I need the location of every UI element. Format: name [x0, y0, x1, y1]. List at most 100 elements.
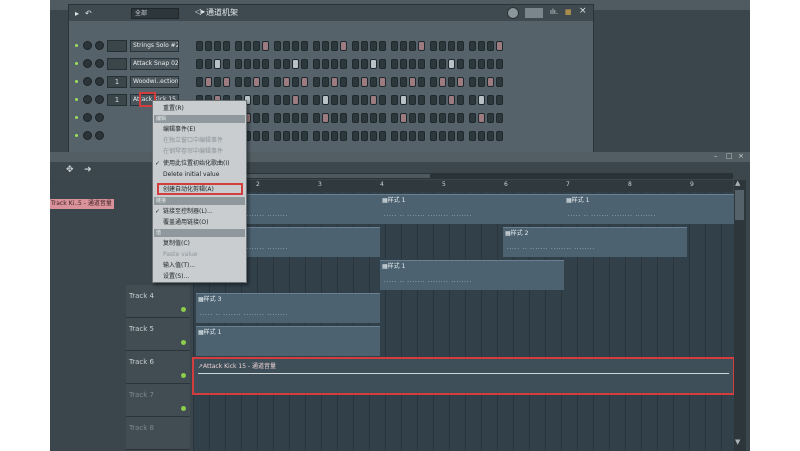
- clip-label: ▦样式 2: [505, 230, 529, 237]
- menu-item-paste-value[interactable]: Paste value: [153, 249, 246, 260]
- menu-item-copy-value[interactable]: 复制值(C): [153, 238, 246, 249]
- menu-item-overwrite-link[interactable]: 覆盖通用链接(O): [153, 217, 246, 228]
- clip-notes: ..... .. ....... ........ ........: [384, 212, 473, 218]
- close-icon[interactable]: ×: [579, 6, 587, 16]
- volume-knob[interactable]: [95, 95, 104, 104]
- channel-rack-titlebar[interactable]: ▸ ↶ 全部 ◁▸ 通道机架 ılı. ▦ ×: [69, 5, 593, 21]
- menu-item-edit-events-window[interactable]: 在独立窗口中编辑事件: [153, 135, 246, 146]
- volume-knob[interactable]: [95, 77, 104, 86]
- graph-view-icon[interactable]: ılı.: [550, 8, 558, 16]
- channel-name-button[interactable]: Strings Solo #2: [130, 40, 179, 52]
- pattern-clip[interactable]: ▦样式 2 ..... .. ....... ........ ........: [503, 227, 687, 257]
- menu-item-edit-events[interactable]: 编辑事件(E): [153, 124, 246, 135]
- track-name: Track 4: [129, 292, 154, 300]
- menu-item-init-song-position[interactable]: 使用此位置初始化歌曲(I): [153, 158, 246, 169]
- scroll-up-icon[interactable]: ▲: [735, 179, 740, 187]
- menu-item-link-controller[interactable]: 链接至控制器(L)...: [153, 206, 246, 217]
- channel-rack: ▸ ↶ 全部 ◁▸ 通道机架 ılı. ▦ × Strings Solo #2: [68, 4, 594, 154]
- arrow-tool-icon[interactable]: ➜: [84, 165, 92, 175]
- track-header[interactable]: Track 4: [126, 285, 190, 318]
- menu-section-value: 值: [154, 229, 245, 237]
- channel-led[interactable]: [75, 62, 78, 65]
- mixer-track-number[interactable]: 1: [107, 76, 127, 88]
- pan-knob[interactable]: [83, 95, 92, 104]
- undo-icon[interactable]: ↶: [85, 9, 92, 18]
- vertical-scrollbar[interactable]: ▲ ▼: [734, 179, 746, 451]
- grid-view-icon[interactable]: ▦: [565, 8, 572, 16]
- track-led[interactable]: [181, 373, 186, 378]
- pattern-clip[interactable]: ▦样式 3 ..... .. ....... ........ ........: [196, 293, 380, 323]
- volume-knob[interactable]: [95, 59, 104, 68]
- bar-number: 5: [442, 181, 446, 188]
- channel-rack-icon: ◁▸: [195, 7, 206, 16]
- track-led[interactable]: [181, 340, 186, 345]
- channel-name-button[interactable]: Woodwi..ection: [130, 76, 179, 88]
- channel-led[interactable]: [75, 98, 78, 101]
- menu-section-link: 链接: [154, 197, 245, 205]
- track-header[interactable]: Track 8: [126, 417, 190, 450]
- track-header[interactable]: Track 5: [126, 318, 190, 351]
- step-sequencer[interactable]: [196, 77, 503, 87]
- close-icon[interactable]: ×: [738, 152, 744, 160]
- channel-led[interactable]: [75, 44, 78, 47]
- pan-knob[interactable]: [83, 131, 92, 140]
- filter-combo[interactable]: 全部: [131, 8, 179, 19]
- clip-notes: ..... .. ....... ........ ........: [507, 245, 596, 251]
- pattern-clip[interactable]: ▦样式 1 ..... .. ....... ........ ........: [380, 260, 564, 290]
- track-header[interactable]: Track 6: [126, 351, 190, 384]
- vertical-scroll-thumb[interactable]: [735, 190, 744, 220]
- channel-row: 1 Woodwi..ection: [69, 74, 593, 90]
- track-automation-tag[interactable]: Track Ki..5 - 通道音量: [50, 199, 114, 209]
- scroll-down-icon[interactable]: ▼: [735, 438, 740, 446]
- menu-item-settings[interactable]: 设置(S)...: [153, 271, 246, 282]
- clip-notes: ..... .. ....... ........ ........: [568, 212, 657, 218]
- play-arrow-icon[interactable]: ▸: [75, 9, 79, 18]
- swing-knob[interactable]: [507, 7, 519, 19]
- track-name: Track 8: [129, 424, 154, 432]
- mixer-track-number[interactable]: 1: [107, 94, 127, 106]
- volume-knob[interactable]: [95, 113, 104, 122]
- step-meter[interactable]: [525, 8, 543, 18]
- volume-knob[interactable]: [95, 131, 104, 140]
- mixer-track-number[interactable]: [107, 40, 127, 52]
- bar-number: 4: [380, 181, 384, 188]
- automation-clip[interactable]: ↗Attack Kick 15 - 通道音量: [192, 357, 735, 395]
- channel-led[interactable]: [75, 116, 78, 119]
- minimize-icon[interactable]: –: [714, 152, 718, 160]
- track-led[interactable]: [181, 406, 186, 411]
- track-name: Track 7: [129, 391, 154, 399]
- timeline-ruler[interactable]: 1 2 3 4 5 6 7 8 9: [193, 180, 733, 192]
- pattern-clip[interactable]: ▦样式 1 ..... .. ....... ........ ........: [380, 194, 564, 224]
- pan-knob[interactable]: [83, 59, 92, 68]
- channel-rack-title: 通道机架: [206, 8, 238, 17]
- maximize-icon[interactable]: □: [726, 152, 733, 160]
- channel-row: Attack Snap 02: [69, 56, 593, 72]
- menu-item-reset[interactable]: 重置(R): [153, 103, 246, 114]
- menu-item-edit-events-piano[interactable]: 在钢琴卷帘中编辑事件: [153, 146, 246, 157]
- volume-knob[interactable]: [95, 41, 104, 50]
- step-sequencer[interactable]: [196, 59, 503, 69]
- playlist-left-gutter: [50, 180, 126, 451]
- pan-knob[interactable]: [83, 113, 92, 122]
- pan-knob[interactable]: [83, 77, 92, 86]
- channel-name-button[interactable]: Attack Snap 02: [130, 58, 179, 70]
- pan-knob[interactable]: [83, 41, 92, 50]
- mixer-track-number[interactable]: [107, 58, 127, 70]
- bar-number: 9: [690, 181, 694, 188]
- track-header[interactable]: Track 7: [126, 384, 190, 417]
- pattern-clip[interactable]: ▦样式 1 ..... .. ....... ........ ........: [564, 194, 734, 224]
- channel-led[interactable]: [75, 80, 78, 83]
- menu-section-edit: 编辑: [154, 115, 245, 123]
- menu-item-input-value[interactable]: 输入值(T)...: [153, 260, 246, 271]
- automation-line: [198, 373, 729, 374]
- channel-led[interactable]: [75, 134, 78, 137]
- track-led[interactable]: [181, 307, 186, 312]
- channel-row: [69, 128, 593, 144]
- step-sequencer[interactable]: [196, 41, 503, 51]
- clip-label: ▦样式 1: [566, 197, 590, 204]
- menu-item-delete-initial-value[interactable]: Delete initial value: [153, 169, 246, 180]
- pattern-clip[interactable]: ▦样式 1: [196, 326, 380, 356]
- bar-number: 6: [504, 181, 508, 188]
- bar-number: 3: [318, 181, 322, 188]
- move-tool-icon[interactable]: ✥: [66, 165, 74, 175]
